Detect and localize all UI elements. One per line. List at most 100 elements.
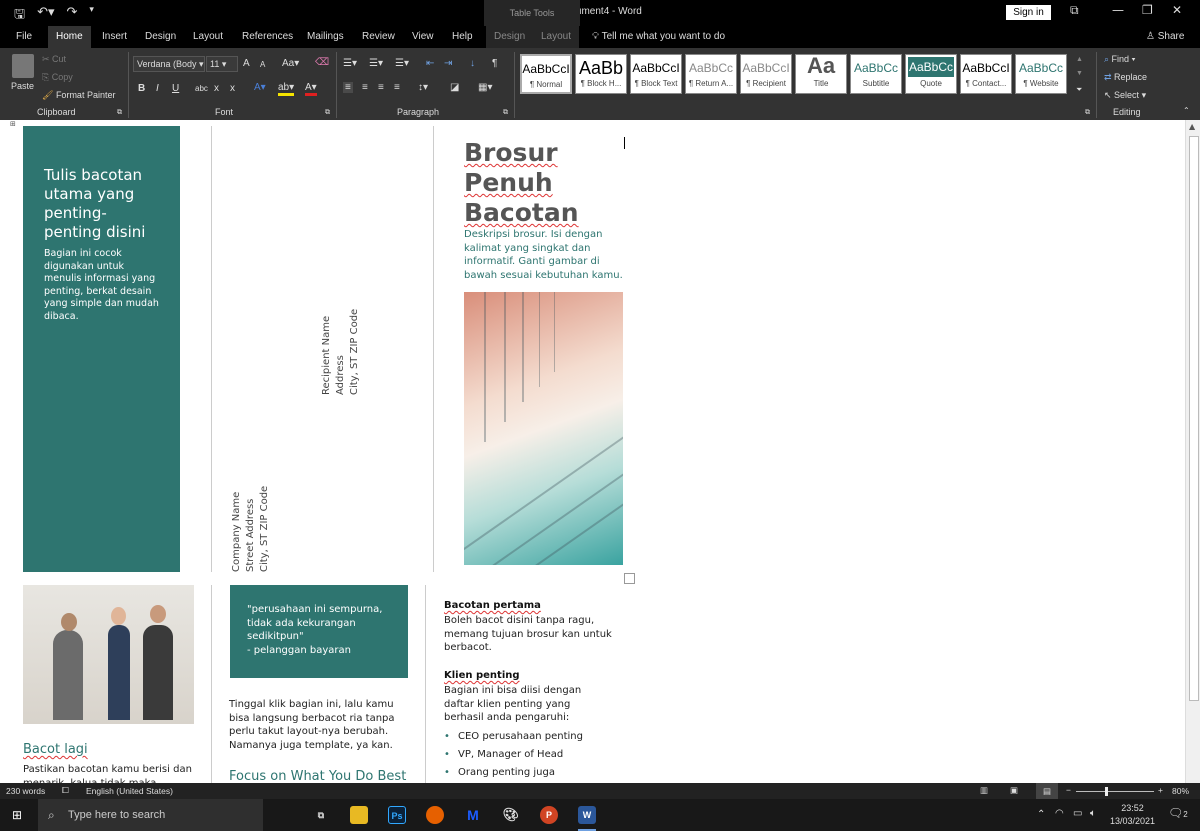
minimize-button[interactable]: — — [1112, 3, 1124, 17]
recipient-address[interactable]: Recipient Name Address City, ST ZIP Code — [320, 309, 362, 395]
share-button[interactable]: ♙ Share — [1146, 26, 1184, 48]
paste-icon[interactable] — [12, 54, 34, 78]
bold-button[interactable]: B — [138, 83, 145, 94]
language-status[interactable]: English (United States) — [86, 786, 173, 796]
paste-button[interactable]: Paste — [11, 81, 34, 91]
style-subtitle[interactable]: AaBbCc Subtitle — [850, 54, 902, 94]
proofing-icon[interactable]: ⧠ — [62, 785, 69, 796]
zoom-in-button[interactable]: + — [1158, 785, 1163, 795]
style-block-heading[interactable]: AaBb ¶ Block H... — [575, 54, 627, 94]
highlight-color-icon[interactable]: ab▾ — [278, 82, 295, 96]
word-icon[interactable]: W — [578, 806, 596, 824]
clock[interactable]: 23:52 13/03/2021 — [1110, 802, 1155, 828]
section2-heading[interactable]: Klien penting — [444, 669, 520, 683]
copy-button[interactable]: ⎘ Copy — [42, 72, 73, 83]
bacot-lagi-heading[interactable]: Bacot lagi — [23, 742, 88, 757]
team-photo[interactable] — [23, 585, 194, 724]
list-item[interactable]: Orang penting juga — [444, 766, 583, 783]
font-name-dropdown[interactable]: Verdana (Body ▾ — [133, 56, 205, 72]
sort-icon[interactable]: ↓ — [470, 58, 475, 69]
styles-scroll-up-icon[interactable]: ▲ — [1076, 56, 1083, 63]
document-canvas[interactable]: ⊞ Tulis bacotan utama yang penting-penti… — [0, 120, 1185, 783]
line-spacing-icon[interactable]: ↕▾ — [418, 82, 428, 93]
show-marks-button[interactable]: ¶ — [492, 58, 497, 69]
change-case-button[interactable]: Aa▾ — [282, 58, 299, 69]
notification-icon[interactable]: 🗨︎2 — [1168, 806, 1188, 820]
quote-box[interactable]: "perusahaan ini sempurna, tidak ada keku… — [230, 585, 408, 678]
focus-heading[interactable]: Focus on What You Do Best — [229, 769, 406, 783]
style-contact[interactable]: AaBbCcI ¶ Contact... — [960, 54, 1012, 94]
malwarebytes-icon[interactable]: M — [464, 806, 482, 824]
text-effects-icon[interactable]: A▾ — [254, 82, 266, 93]
feature-heading[interactable]: Tulis bacotan utama yang penting-penting… — [44, 166, 160, 242]
font-size-dropdown[interactable]: 11 ▾ — [206, 56, 238, 72]
tell-me-search[interactable]: 💡︎ Tell me what you want to do — [592, 26, 725, 48]
font-launcher-icon[interactable]: ⧉ — [325, 109, 330, 117]
tab-help[interactable]: Help — [444, 26, 481, 48]
italic-button[interactable]: I — [156, 83, 159, 94]
volume-icon[interactable]: 🔈︎ — [1090, 808, 1096, 819]
tab-view[interactable]: View — [404, 26, 442, 48]
zoom-percent[interactable]: 80% — [1172, 786, 1189, 796]
shrink-font-button[interactable]: A — [260, 60, 265, 69]
align-right-icon[interactable]: ≡ — [378, 82, 384, 93]
zoom-slider[interactable] — [1076, 791, 1154, 792]
tab-insert[interactable]: Insert — [94, 26, 135, 48]
style-quote[interactable]: AaBbCc Quote — [905, 54, 957, 94]
align-left-icon[interactable]: ≡ — [343, 82, 353, 93]
taskbar-search[interactable]: ⌕ Type here to search — [38, 799, 263, 831]
task-view-icon[interactable]: ⧉ — [312, 806, 330, 824]
style-normal[interactable]: AaBbCcI ¶ Normal — [520, 54, 572, 94]
styles-more-icon[interactable]: ⏷ — [1076, 85, 1082, 95]
zoom-out-button[interactable]: − — [1066, 785, 1071, 795]
section2-body[interactable]: Bagian ini bisa diisi dengan daftar klie… — [444, 684, 612, 725]
list-item[interactable]: CEO perusahaan penting — [444, 730, 583, 748]
style-recipient[interactable]: AaBbCcI ¶ Recipient — [740, 54, 792, 94]
feature-body[interactable]: Bagian ini cocok digunakan untuk menulis… — [44, 248, 160, 323]
clear-formatting-icon[interactable]: ⌫ — [315, 57, 329, 68]
show-hidden-icons[interactable]: ⌃ — [1037, 809, 1045, 820]
close-button[interactable]: ✕ — [1172, 3, 1182, 17]
shading-icon[interactable]: ◪ — [450, 82, 459, 93]
justify-icon[interactable]: ≡ — [394, 82, 400, 93]
zoom-slider-thumb[interactable] — [1105, 787, 1109, 796]
windows-start-icon[interactable]: ⊞ — [12, 808, 22, 822]
tab-design[interactable]: Design — [137, 26, 184, 48]
sign-in-button[interactable]: Sign in — [1006, 5, 1051, 20]
word-count[interactable]: 230 words — [6, 786, 45, 796]
style-title[interactable]: Aa Title — [795, 54, 847, 94]
tab-file[interactable]: File — [8, 26, 40, 48]
section1-heading[interactable]: Bacotan pertama — [444, 599, 541, 613]
brochure-title[interactable]: Brosur Penuh Bacotan — [464, 138, 579, 228]
feature-panel[interactable]: Tulis bacotan utama yang penting-penting… — [23, 126, 180, 572]
find-button[interactable]: ⌕ Find ▾ — [1104, 54, 1135, 65]
subscript-button[interactable]: x — [214, 83, 219, 94]
font-color-icon[interactable]: A▾ — [305, 82, 317, 96]
building-image[interactable] — [464, 292, 623, 565]
collapse-ribbon-icon[interactable]: ⌃ — [1183, 106, 1190, 115]
increase-indent-icon[interactable]: ⇥ — [444, 58, 452, 69]
battery-icon[interactable]: ▭ — [1073, 808, 1082, 819]
style-website[interactable]: AaBbCc ¶ Website — [1015, 54, 1067, 94]
tab-references[interactable]: References — [234, 26, 301, 48]
tab-review[interactable]: Review — [354, 26, 403, 48]
style-return-address[interactable]: AaBbCc ¶ Return A... — [685, 54, 737, 94]
firefox-icon[interactable] — [426, 806, 444, 824]
read-mode-icon[interactable]: ▥ — [980, 785, 988, 796]
grow-font-button[interactable]: A — [243, 58, 250, 69]
paint-icon[interactable]: 🎨︎ — [502, 806, 520, 824]
numbering-icon[interactable]: ☰▾ — [369, 58, 383, 69]
table-move-handle-icon[interactable]: ⊞ — [10, 120, 16, 128]
multilevel-list-icon[interactable]: ☰▾ — [395, 58, 409, 69]
ribbon-display-icon[interactable]: ⧉ — [1070, 3, 1079, 18]
align-center-icon[interactable]: ≡ — [362, 82, 368, 93]
format-painter-button[interactable]: 🖌︎ Format Painter — [42, 90, 115, 101]
clipboard-launcher-icon[interactable]: ⧉ — [117, 109, 122, 117]
powerpoint-icon[interactable]: P — [540, 806, 558, 824]
tab-table-design[interactable]: Design — [486, 26, 534, 48]
underline-button[interactable]: U — [172, 83, 179, 94]
vertical-scrollbar[interactable]: ▲ — [1185, 120, 1200, 783]
bacot-lagi-body[interactable]: Pastikan bacotan kamu berisi dan menarik… — [23, 763, 203, 783]
style-block-text[interactable]: AaBbCcI ¶ Block Text — [630, 54, 682, 94]
sender-address[interactable]: Company Name Street Address City, ST ZIP… — [230, 486, 272, 572]
